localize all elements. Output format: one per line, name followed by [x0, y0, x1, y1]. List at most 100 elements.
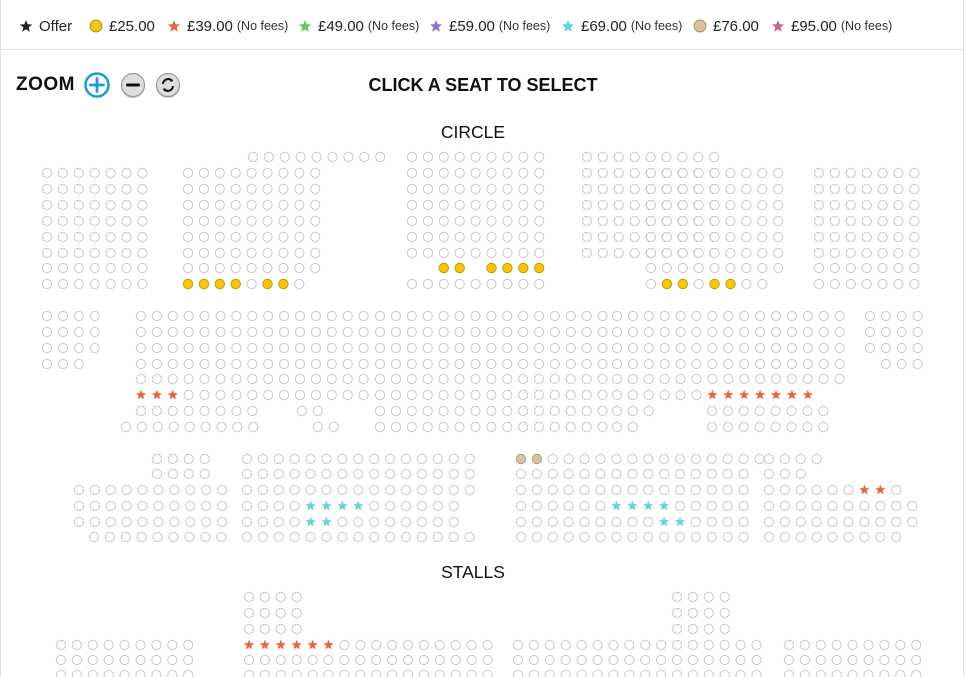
seat[interactable]	[861, 262, 872, 274]
seat[interactable]	[450, 669, 461, 677]
seat[interactable]	[693, 183, 704, 195]
seat[interactable]	[369, 484, 380, 496]
seat[interactable]	[677, 215, 688, 227]
seat[interactable]	[528, 654, 540, 666]
seat[interactable]	[723, 326, 734, 338]
seat[interactable]	[406, 183, 418, 195]
seat[interactable]	[735, 654, 746, 666]
seat[interactable]	[151, 342, 162, 354]
seat[interactable]	[406, 342, 417, 354]
seat[interactable]	[502, 183, 513, 195]
seat[interactable]	[706, 484, 717, 496]
seat[interactable]	[611, 531, 622, 543]
available-seat[interactable]	[230, 278, 241, 290]
seat[interactable]	[311, 151, 322, 163]
seat[interactable]	[709, 247, 720, 259]
seat[interactable]	[310, 389, 321, 401]
seat[interactable]	[845, 262, 856, 274]
seat[interactable]	[597, 199, 609, 211]
seat[interactable]	[595, 531, 606, 543]
seat[interactable]	[563, 484, 574, 496]
seat[interactable]	[355, 654, 366, 666]
seat[interactable]	[859, 500, 870, 512]
seat[interactable]	[549, 310, 561, 322]
seat[interactable]	[273, 500, 284, 512]
seat[interactable]	[103, 639, 114, 651]
seat[interactable]	[243, 591, 255, 603]
seat[interactable]	[71, 654, 83, 666]
seat[interactable]	[305, 484, 316, 496]
seat[interactable]	[257, 468, 268, 480]
seat[interactable]	[831, 669, 842, 677]
seat[interactable]	[121, 278, 132, 290]
seat[interactable]	[73, 342, 84, 354]
seat[interactable]	[502, 342, 513, 354]
seat[interactable]	[294, 310, 306, 322]
seat[interactable]	[486, 183, 497, 195]
seat[interactable]	[829, 231, 841, 243]
seat[interactable]	[592, 669, 603, 677]
seat[interactable]	[864, 342, 876, 354]
seat[interactable]	[518, 310, 529, 322]
seat[interactable]	[675, 342, 686, 354]
seat[interactable]	[709, 151, 720, 163]
available-seat[interactable]	[262, 278, 273, 290]
seat[interactable]	[675, 373, 686, 385]
seat[interactable]	[909, 231, 920, 243]
seat[interactable]	[182, 167, 194, 179]
seat[interactable]	[259, 669, 270, 677]
offer-seat[interactable]	[135, 389, 147, 400]
seat[interactable]	[353, 468, 364, 480]
seat[interactable]	[813, 199, 825, 211]
seat[interactable]	[863, 654, 874, 666]
seat[interactable]	[813, 183, 825, 195]
seat[interactable]	[581, 421, 592, 433]
seat[interactable]	[257, 453, 268, 465]
seat[interactable]	[183, 639, 194, 651]
seat[interactable]	[464, 531, 475, 543]
available-seat[interactable]	[661, 278, 673, 290]
seat[interactable]	[214, 183, 225, 195]
seat[interactable]	[353, 453, 364, 465]
seat[interactable]	[385, 516, 396, 528]
seat[interactable]	[645, 183, 657, 195]
seat[interactable]	[597, 389, 608, 401]
seat[interactable]	[581, 358, 592, 370]
seat[interactable]	[741, 262, 752, 274]
seat[interactable]	[406, 231, 418, 243]
seat[interactable]	[289, 531, 300, 543]
seat[interactable]	[827, 516, 838, 528]
seat[interactable]	[482, 669, 493, 677]
seat[interactable]	[342, 358, 353, 370]
seat[interactable]	[214, 247, 225, 259]
seat[interactable]	[214, 167, 225, 179]
seat[interactable]	[815, 639, 826, 651]
seat[interactable]	[185, 500, 196, 512]
offer-seat[interactable]	[305, 500, 316, 511]
seat[interactable]	[418, 654, 429, 666]
seat[interactable]	[829, 167, 841, 179]
seat[interactable]	[482, 639, 493, 651]
seat[interactable]	[757, 278, 768, 290]
seat[interactable]	[563, 531, 574, 543]
seat[interactable]	[544, 669, 555, 677]
seat[interactable]	[677, 167, 688, 179]
seat[interactable]	[374, 405, 386, 417]
seat[interactable]	[183, 342, 194, 354]
seat[interactable]	[400, 500, 412, 512]
seat[interactable]	[217, 500, 228, 512]
seat[interactable]	[627, 358, 639, 370]
seat[interactable]	[121, 215, 132, 227]
seat[interactable]	[470, 342, 481, 354]
seat[interactable]	[371, 669, 382, 677]
seat[interactable]	[321, 484, 332, 496]
seat[interactable]	[802, 342, 813, 354]
seat[interactable]	[470, 310, 481, 322]
seat[interactable]	[246, 278, 257, 290]
seat[interactable]	[470, 421, 481, 433]
seat[interactable]	[534, 247, 545, 259]
seat[interactable]	[779, 453, 791, 465]
seat[interactable]	[560, 654, 571, 666]
seat[interactable]	[215, 326, 226, 338]
seat[interactable]	[57, 183, 69, 195]
